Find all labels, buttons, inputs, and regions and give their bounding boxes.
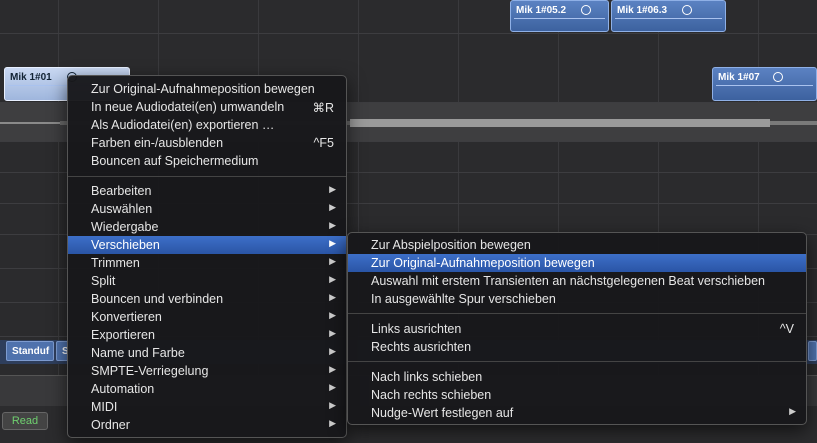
- submenu-arrow-icon: ▶: [329, 220, 336, 230]
- menu-item-als-audiodatei-en-exportieren[interactable]: Als Audiodatei(en) exportieren …: [68, 116, 346, 134]
- menu-item-smpte-verriegelung[interactable]: SMPTE-Verriegelung ▶: [68, 362, 346, 380]
- submenu-arrow-icon: ▶: [329, 328, 336, 338]
- menu-separator: [348, 361, 806, 362]
- submenu-item-nach-rechts-schieben[interactable]: Nach rechts schieben: [348, 386, 806, 404]
- submenu-arrow-icon: ▶: [329, 238, 336, 248]
- region-loop-icon: [581, 5, 591, 15]
- menu-item-label: Split: [91, 274, 116, 288]
- submenu-arrow-icon: ▶: [329, 184, 336, 194]
- menu-item-label: Nach rechts schieben: [371, 388, 492, 402]
- context-menu: Zur Original-Aufnahmeposition bewegen In …: [67, 75, 347, 438]
- menu-item-label: Als Audiodatei(en) exportieren …: [91, 118, 275, 132]
- submenu-arrow-icon: ▶: [329, 400, 336, 410]
- menu-item-label: MIDI: [91, 400, 118, 414]
- submenu-item-nudge-wert-festlegen-auf[interactable]: Nudge-Wert festlegen auf ▶: [348, 404, 806, 422]
- menu-item-label: Auswahl mit erstem Transienten an nächst…: [371, 274, 765, 288]
- region-name: Mik 1#07: [718, 72, 760, 83]
- menu-item-label: Farben ein-/ausblenden: [91, 136, 224, 150]
- menu-item-label: Konvertieren: [91, 310, 162, 324]
- menu-item-label: Bearbeiten: [91, 184, 152, 198]
- audio-region[interactable]: Mik 1#05.2: [510, 0, 609, 32]
- menu-item-split[interactable]: Split ▶: [68, 272, 346, 290]
- menu-item-label: Rechts ausrichten: [371, 340, 472, 354]
- region-loop-icon: [773, 72, 783, 82]
- menu-item-label: Trimmen: [91, 256, 140, 270]
- menu-item-label: Name und Farbe: [91, 346, 185, 360]
- audio-region[interactable]: Mik 1#07: [712, 67, 817, 101]
- submenu-arrow-icon: ▶: [329, 292, 336, 302]
- submenu-arrow-icon: ▶: [329, 418, 336, 428]
- menu-item-label: Bouncen und verbinden: [91, 292, 224, 306]
- automation-read-button[interactable]: Read: [2, 412, 48, 430]
- submenu-item-in-ausgew-hlte-spur-verschieben[interactable]: In ausgewählte Spur verschieben: [348, 290, 806, 308]
- submenu-arrow-icon: ▶: [329, 202, 336, 212]
- menu-item-label: Bouncen auf Speichermedium: [91, 154, 259, 168]
- submenu-item-nach-links-schieben[interactable]: Nach links schieben: [348, 368, 806, 386]
- menu-separator: [348, 313, 806, 314]
- menu-item-label: Zur Original-Aufnahmeposition bewegen: [371, 256, 595, 270]
- menu-item-label: In neue Audiodatei(en) umwandeln: [91, 100, 285, 114]
- shortcut-label: ^V: [779, 322, 794, 336]
- menu-item-automation[interactable]: Automation ▶: [68, 380, 346, 398]
- menu-item-ausw-hlen[interactable]: Auswählen ▶: [68, 200, 346, 218]
- menu-item-label: Automation: [91, 382, 155, 396]
- menu-item-label: In ausgewählte Spur verschieben: [371, 292, 556, 306]
- menu-item-zur-original-aufnahmeposition-bewegen[interactable]: Zur Original-Aufnahmeposition bewegen: [68, 80, 346, 98]
- menu-item-trimmen[interactable]: Trimmen ▶: [68, 254, 346, 272]
- menu-item-farben-ein-ausblenden[interactable]: Farben ein-/ausblenden ^F5: [68, 134, 346, 152]
- submenu-item-rechts-ausrichten[interactable]: Rechts ausrichten: [348, 338, 806, 356]
- menu-item-exportieren[interactable]: Exportieren ▶: [68, 326, 346, 344]
- menu-item-ordner[interactable]: Ordner ▶: [68, 416, 346, 434]
- lane-region-tag[interactable]: Standuf: [6, 341, 54, 361]
- region-name: Mik 1#05.2: [516, 5, 567, 16]
- menu-item-label: Wiedergabe: [91, 220, 159, 234]
- menu-item-wiedergabe[interactable]: Wiedergabe ▶: [68, 218, 346, 236]
- submenu-arrow-icon: ▶: [329, 382, 336, 392]
- shortcut-label: ⌘R: [312, 101, 334, 115]
- submenu-arrow-icon: ▶: [329, 274, 336, 284]
- audio-region[interactable]: Mik 1#06.3: [611, 0, 726, 32]
- menu-item-label: Zur Original-Aufnahmeposition bewegen: [91, 82, 315, 96]
- region-loop-icon: [682, 5, 692, 15]
- submenu-arrow-icon: ▶: [329, 310, 336, 320]
- menu-item-label: Nudge-Wert festlegen auf: [371, 406, 514, 420]
- menu-item-bouncen-und-verbinden[interactable]: Bouncen und verbinden ▶: [68, 290, 346, 308]
- menu-item-label: Auswählen: [91, 202, 153, 216]
- menu-item-label: Exportieren: [91, 328, 155, 342]
- menu-separator: [68, 176, 346, 177]
- menu-item-bearbeiten[interactable]: Bearbeiten ▶: [68, 182, 346, 200]
- menu-item-konvertieren[interactable]: Konvertieren ▶: [68, 308, 346, 326]
- menu-item-in-neue-audiodatei-en-umwandeln[interactable]: In neue Audiodatei(en) umwandeln ⌘R: [68, 98, 346, 116]
- shortcut-label: ^F5: [313, 136, 334, 150]
- submenu-arrow-icon: ▶: [329, 346, 336, 356]
- menu-item-label: SMPTE-Verriegelung: [91, 364, 209, 378]
- menu-item-label: Ordner: [91, 418, 130, 432]
- menu-item-verschieben[interactable]: Verschieben ▶: [68, 236, 346, 254]
- menu-item-label: Links ausrichten: [371, 322, 462, 336]
- region-name: Mik 1#06.3: [617, 5, 668, 16]
- submenu-arrow-icon: ▶: [789, 406, 796, 416]
- lane-region-tag[interactable]: [808, 341, 817, 361]
- submenu-item-zur-abspielposition-bewegen[interactable]: Zur Abspielposition bewegen: [348, 236, 806, 254]
- region-name: Mik 1#01: [10, 72, 52, 83]
- menu-item-name-und-farbe[interactable]: Name und Farbe ▶: [68, 344, 346, 362]
- menu-item-label: Verschieben: [91, 238, 160, 252]
- submenu-verschieben: Zur Abspielposition bewegen Zur Original-…: [347, 232, 807, 425]
- menu-item-midi[interactable]: MIDI ▶: [68, 398, 346, 416]
- submenu-item-zur-original-aufnahmeposition-bewegen[interactable]: Zur Original-Aufnahmeposition bewegen: [348, 254, 806, 272]
- submenu-item-links-ausrichten[interactable]: Links ausrichten ^V: [348, 320, 806, 338]
- menu-item-bouncen-auf-speichermedium[interactable]: Bouncen auf Speichermedium: [68, 152, 346, 170]
- submenu-arrow-icon: ▶: [329, 364, 336, 374]
- submenu-arrow-icon: ▶: [329, 256, 336, 266]
- submenu-item-auswahl-mit-erstem-transienten-an-n-chstgelegenen-beat-verschieben[interactable]: Auswahl mit erstem Transienten an nächst…: [348, 272, 806, 290]
- menu-item-label: Nach links schieben: [371, 370, 483, 384]
- menu-item-label: Zur Abspielposition bewegen: [371, 238, 531, 252]
